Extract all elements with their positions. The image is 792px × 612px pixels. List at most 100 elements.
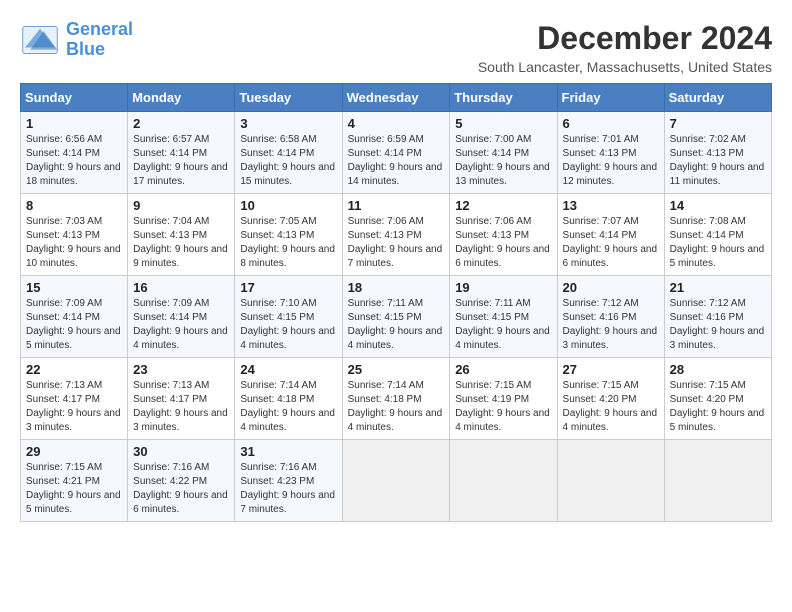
calendar-cell: 27 Sunrise: 7:15 AMSunset: 4:20 PMDayligh… bbox=[557, 358, 664, 440]
calendar-table: SundayMondayTuesdayWednesdayThursdayFrid… bbox=[20, 83, 772, 522]
calendar-week-row: 8Sunrise: 7:03 AMSunset: 4:13 PMDaylight… bbox=[21, 194, 772, 276]
day-info: Sunrise: 7:13 AMSunset: 4:17 PMDaylight:… bbox=[26, 379, 122, 435]
day-number: 28 bbox=[670, 362, 766, 377]
day-info: Sunrise: 7:15 AMSunset: 4:21 PMDaylight:… bbox=[26, 461, 122, 517]
day-number: 1 bbox=[26, 116, 122, 131]
day-number: 4 bbox=[348, 116, 445, 131]
calendar-header-thursday: Thursday bbox=[450, 84, 557, 112]
calendar-cell: 10 Sunrise: 7:05 AMSunset: 4:13 PMDayligh… bbox=[235, 194, 342, 276]
day-number: 8 bbox=[26, 198, 122, 213]
day-info: Sunrise: 7:15 AMSunset: 4:20 PMDaylight:… bbox=[670, 379, 766, 435]
calendar-cell: 20 Sunrise: 7:12 AMSunset: 4:16 PMDayligh… bbox=[557, 276, 664, 358]
calendar-header-wednesday: Wednesday bbox=[342, 84, 450, 112]
day-number: 17 bbox=[240, 280, 336, 295]
calendar-cell: 11 Sunrise: 7:06 AMSunset: 4:13 PMDayligh… bbox=[342, 194, 450, 276]
day-info: Sunrise: 7:00 AMSunset: 4:14 PMDaylight:… bbox=[455, 133, 551, 189]
day-number: 11 bbox=[348, 198, 445, 213]
calendar-cell: 15 Sunrise: 7:09 AMSunset: 4:14 PMDayligh… bbox=[21, 276, 128, 358]
title-block: December 2024 South Lancaster, Massachus… bbox=[478, 20, 772, 75]
day-info: Sunrise: 7:05 AMSunset: 4:13 PMDaylight:… bbox=[240, 215, 336, 271]
calendar-cell: 24Sunrise: 7:14 AMSunset: 4:18 PMDayligh… bbox=[235, 358, 342, 440]
calendar-week-row: 1 Sunrise: 6:56 AMSunset: 4:14 PMDaylight… bbox=[21, 112, 772, 194]
day-info: Sunrise: 7:12 AMSunset: 4:16 PMDaylight:… bbox=[563, 297, 659, 353]
day-number: 12 bbox=[455, 198, 551, 213]
day-number: 21 bbox=[670, 280, 766, 295]
calendar-week-row: 22 Sunrise: 7:13 AMSunset: 4:17 PMDayligh… bbox=[21, 358, 772, 440]
day-number: 26 bbox=[455, 362, 551, 377]
day-info: Sunrise: 7:09 AMSunset: 4:14 PMDaylight:… bbox=[133, 297, 229, 353]
day-number: 22 bbox=[26, 362, 122, 377]
logo-line2: Blue bbox=[66, 39, 105, 59]
logo: General Blue bbox=[20, 20, 133, 60]
calendar-title: December 2024 bbox=[478, 20, 772, 57]
day-number: 20 bbox=[563, 280, 659, 295]
day-number: 6 bbox=[563, 116, 659, 131]
day-info: Sunrise: 7:11 AMSunset: 4:15 PMDaylight:… bbox=[348, 297, 445, 353]
calendar-cell bbox=[557, 440, 664, 522]
calendar-cell bbox=[664, 440, 771, 522]
day-info: Sunrise: 7:01 AMSunset: 4:13 PMDaylight:… bbox=[563, 133, 659, 189]
logo-text: General Blue bbox=[66, 20, 133, 60]
day-number: 14 bbox=[670, 198, 766, 213]
calendar-header-row: SundayMondayTuesdayWednesdayThursdayFrid… bbox=[21, 84, 772, 112]
day-number: 10 bbox=[240, 198, 336, 213]
day-info: Sunrise: 7:06 AMSunset: 4:13 PMDaylight:… bbox=[348, 215, 445, 271]
calendar-cell: 3 Sunrise: 6:58 AMSunset: 4:14 PMDaylight… bbox=[235, 112, 342, 194]
day-info: Sunrise: 7:02 AMSunset: 4:13 PMDaylight:… bbox=[670, 133, 766, 189]
calendar-cell: 9Sunrise: 7:04 AMSunset: 4:13 PMDaylight… bbox=[128, 194, 235, 276]
day-info: Sunrise: 7:11 AMSunset: 4:15 PMDaylight:… bbox=[455, 297, 551, 353]
day-info: Sunrise: 7:06 AMSunset: 4:13 PMDaylight:… bbox=[455, 215, 551, 271]
logo-icon bbox=[20, 25, 60, 55]
day-info: Sunrise: 7:04 AMSunset: 4:13 PMDaylight:… bbox=[133, 215, 229, 271]
calendar-header-tuesday: Tuesday bbox=[235, 84, 342, 112]
calendar-cell: 17Sunrise: 7:10 AMSunset: 4:15 PMDayligh… bbox=[235, 276, 342, 358]
calendar-cell: 25 Sunrise: 7:14 AMSunset: 4:18 PMDayligh… bbox=[342, 358, 450, 440]
day-info: Sunrise: 7:15 AMSunset: 4:19 PMDaylight:… bbox=[455, 379, 551, 435]
day-number: 5 bbox=[455, 116, 551, 131]
calendar-cell: 26 Sunrise: 7:15 AMSunset: 4:19 PMDayligh… bbox=[450, 358, 557, 440]
calendar-cell: 29Sunrise: 7:15 AMSunset: 4:21 PMDayligh… bbox=[21, 440, 128, 522]
day-number: 15 bbox=[26, 280, 122, 295]
day-info: Sunrise: 7:13 AMSunset: 4:17 PMDaylight:… bbox=[133, 379, 229, 435]
calendar-week-row: 15 Sunrise: 7:09 AMSunset: 4:14 PMDayligh… bbox=[21, 276, 772, 358]
day-number: 25 bbox=[348, 362, 445, 377]
day-info: Sunrise: 7:08 AMSunset: 4:14 PMDaylight:… bbox=[670, 215, 766, 271]
calendar-cell: 8Sunrise: 7:03 AMSunset: 4:13 PMDaylight… bbox=[21, 194, 128, 276]
day-info: Sunrise: 7:15 AMSunset: 4:20 PMDaylight:… bbox=[563, 379, 659, 435]
day-number: 2 bbox=[133, 116, 229, 131]
calendar-cell: 16Sunrise: 7:09 AMSunset: 4:14 PMDayligh… bbox=[128, 276, 235, 358]
calendar-cell: 28 Sunrise: 7:15 AMSunset: 4:20 PMDayligh… bbox=[664, 358, 771, 440]
day-number: 18 bbox=[348, 280, 445, 295]
calendar-week-row: 29Sunrise: 7:15 AMSunset: 4:21 PMDayligh… bbox=[21, 440, 772, 522]
calendar-cell: 13Sunrise: 7:07 AMSunset: 4:14 PMDayligh… bbox=[557, 194, 664, 276]
day-info: Sunrise: 7:14 AMSunset: 4:18 PMDaylight:… bbox=[348, 379, 445, 435]
day-info: Sunrise: 7:16 AMSunset: 4:22 PMDaylight:… bbox=[133, 461, 229, 517]
day-info: Sunrise: 7:12 AMSunset: 4:16 PMDaylight:… bbox=[670, 297, 766, 353]
calendar-header-friday: Friday bbox=[557, 84, 664, 112]
calendar-cell: 2 Sunrise: 6:57 AMSunset: 4:14 PMDaylight… bbox=[128, 112, 235, 194]
logo-line1: General bbox=[66, 19, 133, 39]
day-info: Sunrise: 6:59 AMSunset: 4:14 PMDaylight:… bbox=[348, 133, 445, 189]
calendar-cell: 5 Sunrise: 7:00 AMSunset: 4:14 PMDaylight… bbox=[450, 112, 557, 194]
calendar-cell bbox=[450, 440, 557, 522]
calendar-cell: 7Sunrise: 7:02 AMSunset: 4:13 PMDaylight… bbox=[664, 112, 771, 194]
calendar-subtitle: South Lancaster, Massachusetts, United S… bbox=[478, 59, 772, 75]
day-info: Sunrise: 7:14 AMSunset: 4:18 PMDaylight:… bbox=[240, 379, 336, 435]
calendar-cell: 30 Sunrise: 7:16 AMSunset: 4:22 PMDayligh… bbox=[128, 440, 235, 522]
day-info: Sunrise: 7:09 AMSunset: 4:14 PMDaylight:… bbox=[26, 297, 122, 353]
day-info: Sunrise: 7:16 AMSunset: 4:23 PMDaylight:… bbox=[240, 461, 336, 517]
day-number: 30 bbox=[133, 444, 229, 459]
day-info: Sunrise: 6:58 AMSunset: 4:14 PMDaylight:… bbox=[240, 133, 336, 189]
day-info: Sunrise: 7:07 AMSunset: 4:14 PMDaylight:… bbox=[563, 215, 659, 271]
calendar-cell: 12 Sunrise: 7:06 AMSunset: 4:13 PMDayligh… bbox=[450, 194, 557, 276]
day-info: Sunrise: 6:57 AMSunset: 4:14 PMDaylight:… bbox=[133, 133, 229, 189]
calendar-cell: 4 Sunrise: 6:59 AMSunset: 4:14 PMDaylight… bbox=[342, 112, 450, 194]
day-number: 27 bbox=[563, 362, 659, 377]
calendar-cell: 19 Sunrise: 7:11 AMSunset: 4:15 PMDayligh… bbox=[450, 276, 557, 358]
day-number: 19 bbox=[455, 280, 551, 295]
calendar-cell: 1 Sunrise: 6:56 AMSunset: 4:14 PMDaylight… bbox=[21, 112, 128, 194]
calendar-cell bbox=[342, 440, 450, 522]
calendar-cell: 23Sunrise: 7:13 AMSunset: 4:17 PMDayligh… bbox=[128, 358, 235, 440]
day-info: Sunrise: 6:56 AMSunset: 4:14 PMDaylight:… bbox=[26, 133, 122, 189]
day-number: 3 bbox=[240, 116, 336, 131]
